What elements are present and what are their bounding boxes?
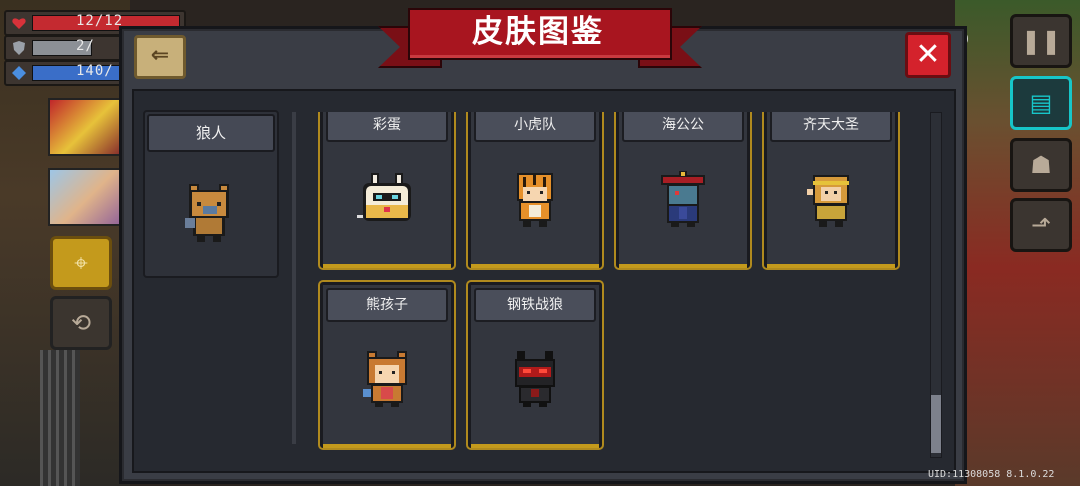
tiger-squad-sprite [517, 173, 553, 227]
title-banner: 皮肤图鉴 [378, 8, 672, 68]
pause-button[interactable]: ❚❚ [1010, 14, 1072, 68]
location-button[interactable]: ⌖ [50, 236, 112, 290]
skin-card-tiger-squad[interactable]: 小虎队 [468, 112, 602, 268]
easter-egg-sprite [357, 173, 411, 221]
promo-thumbnail[interactable] [48, 168, 130, 226]
upgrade-button[interactable]: ⬏ [1010, 198, 1072, 252]
steel-wolf-sprite [515, 351, 555, 407]
skin-label: 钢铁战狼 [474, 288, 596, 322]
event-thumbnail[interactable] [48, 98, 130, 156]
skin-card-monkey-king[interactable]: 齐天大圣 [764, 112, 898, 268]
upgrade-icon: ⬏ [1030, 211, 1052, 239]
swap-icon: ⟲ [70, 309, 92, 337]
skin-label: 海公公 [622, 112, 744, 142]
skin-grid: 彩蛋 小虎队 海公公 齐天大圣 熊孩子 钢铁战狼 [300, 112, 920, 456]
armor-value: 2/ [76, 38, 95, 54]
character-panel: 狼人 [143, 110, 279, 278]
character-button[interactable]: ☗ [1010, 138, 1072, 192]
skin-label: 彩蛋 [326, 112, 448, 142]
chat-button[interactable]: ▤ [1010, 76, 1072, 130]
skin-label: 齐天大圣 [770, 112, 892, 142]
skin-card-bear-kid[interactable]: 熊孩子 [320, 282, 454, 448]
back-button[interactable]: ⇐ [134, 35, 186, 79]
health-value: 12/12 [76, 13, 124, 29]
back-arrow-icon: ⇐ [150, 43, 170, 68]
character-name: 狼人 [147, 114, 275, 152]
scrollbar-thumb[interactable] [931, 395, 941, 453]
bear-kid-sprite [363, 351, 407, 407]
location-icon: ⌖ [74, 249, 88, 277]
diamond-icon [12, 66, 26, 80]
page-title: 皮肤图鉴 [472, 14, 604, 50]
heart-icon [12, 18, 26, 29]
close-icon: ✕ [915, 37, 941, 72]
monkey-king-sprite [807, 175, 849, 227]
panel-divider [292, 112, 296, 444]
skin-card-steel-wolf[interactable]: 钢铁战狼 [468, 282, 602, 448]
swap-button[interactable]: ⟲ [50, 296, 112, 350]
skin-card-easter-egg[interactable]: 彩蛋 [320, 112, 454, 268]
close-button[interactable]: ✕ [905, 32, 951, 78]
skin-card-eunuch-hai[interactable]: 海公公 [616, 112, 750, 268]
shield-icon [13, 41, 25, 55]
character-icon: ☗ [1030, 151, 1052, 179]
uid-version-text: UID:11308058 8.1.0.22 [928, 469, 1055, 480]
background-fence [40, 350, 80, 486]
skin-label: 小虎队 [474, 112, 596, 142]
skin-label: 熊孩子 [326, 288, 448, 322]
energy-value: 140/ [76, 63, 114, 79]
pause-icon: ❚❚ [1020, 27, 1062, 55]
skin-grid-scrollbar[interactable] [930, 112, 942, 458]
eunuch-hai-sprite [661, 171, 705, 227]
werewolf-sprite [185, 184, 229, 242]
chat-icon: ▤ [1029, 89, 1053, 117]
